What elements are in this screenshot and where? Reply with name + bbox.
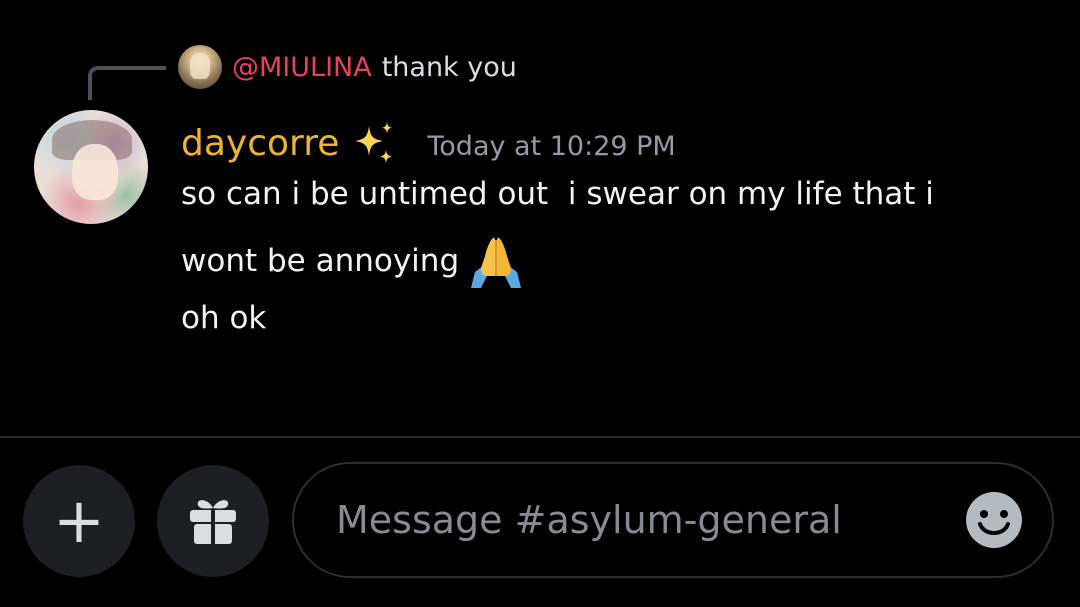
message-header: daycorre Today at 10:29 PM [181, 118, 676, 168]
message-list: @MIULINA thank you daycorre Today at 10:… [0, 0, 1080, 436]
folded-hands-icon [471, 237, 522, 288]
reply-text: thank you [381, 51, 517, 83]
reply-mention[interactable]: @MIULINA [232, 52, 372, 83]
gift-button[interactable] [157, 465, 269, 577]
message-input[interactable] [334, 497, 964, 543]
composer-bar: + [0, 438, 1080, 607]
sparkles-icon [355, 122, 393, 163]
timestamp: Today at 10:29 PM [427, 130, 676, 162]
add-attachment-button[interactable]: + [23, 465, 135, 577]
reply-connector-line [88, 66, 166, 100]
message-line-text: wont be annoying [181, 243, 460, 279]
avatar-face [72, 144, 118, 200]
reply-preview[interactable]: @MIULINA thank you [178, 45, 517, 89]
message-line: oh ok [181, 300, 267, 336]
emoji-picker-icon[interactable] [964, 490, 1024, 550]
gift-icon [190, 500, 236, 544]
message-line: so can i be untimed out i swear on my li… [181, 176, 934, 212]
reply-avatar[interactable] [178, 45, 222, 89]
message-box[interactable] [292, 462, 1054, 578]
avatar[interactable] [34, 110, 148, 224]
message-line: wont be annoying [181, 232, 525, 290]
username[interactable]: daycorre [181, 123, 339, 164]
plus-icon: + [53, 484, 105, 557]
